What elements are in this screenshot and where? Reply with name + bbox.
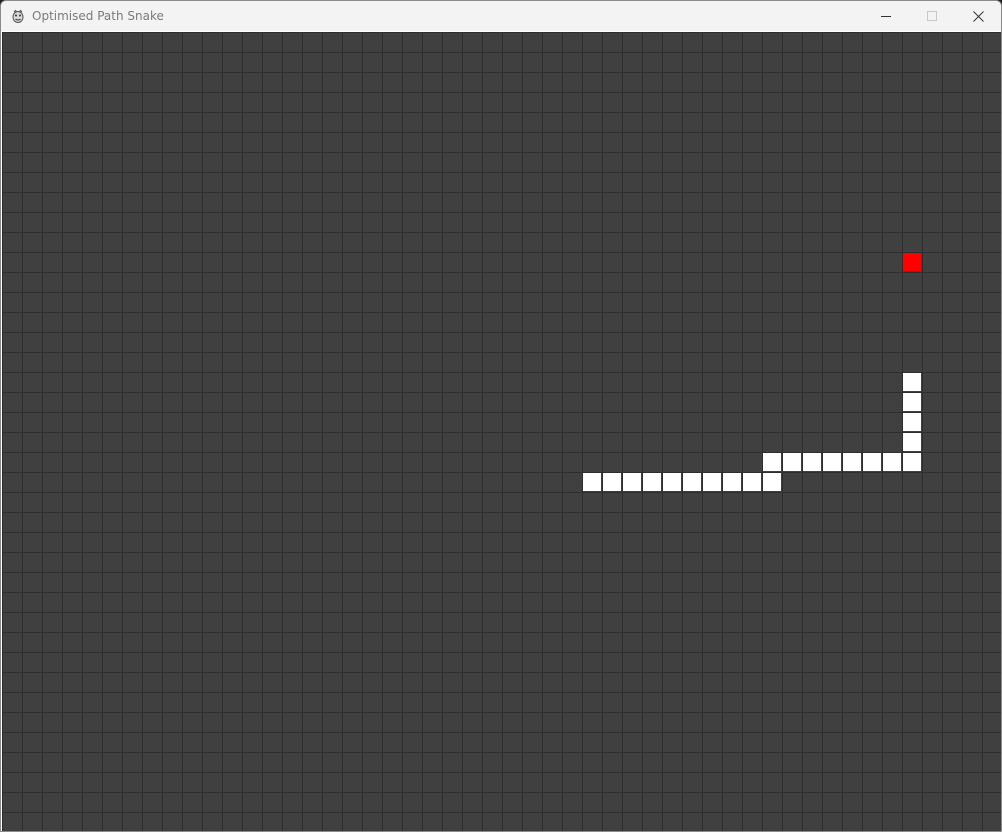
- food-item: [903, 253, 921, 271]
- window-title: Optimised Path Snake: [32, 9, 164, 23]
- snake-segment: [723, 473, 741, 491]
- snake-segment: [763, 473, 781, 491]
- snake-segment: [883, 453, 901, 471]
- snake-segment: [703, 473, 721, 491]
- minimize-button[interactable]: [863, 1, 909, 31]
- snake-segment: [903, 413, 921, 431]
- snake-segment: [623, 473, 641, 491]
- snake-segment: [763, 453, 781, 471]
- snake-segment: [903, 433, 921, 451]
- maximize-button[interactable]: [909, 1, 955, 31]
- window-controls: [863, 1, 1001, 31]
- game-board[interactable]: [2, 32, 1001, 831]
- snake-segment: [823, 453, 841, 471]
- snake-segment: [903, 453, 921, 471]
- snake-segment: [583, 473, 601, 491]
- snake-segment: [663, 473, 681, 491]
- pygame-snake-icon: [10, 8, 26, 24]
- close-button[interactable]: [955, 1, 1001, 31]
- snake-segment: [803, 453, 821, 471]
- snake-segment: [683, 473, 701, 491]
- snake-segment: [843, 453, 861, 471]
- snake-segment: [743, 473, 761, 491]
- minimize-icon: [881, 16, 891, 17]
- snake-segment: [643, 473, 661, 491]
- snake-segment: [603, 473, 621, 491]
- snake-segment: [783, 453, 801, 471]
- snake-segment: [863, 453, 881, 471]
- snake-segment: [903, 393, 921, 411]
- title-bar[interactable]: Optimised Path Snake: [1, 1, 1001, 31]
- snake-head: [903, 373, 921, 391]
- game-window: Optimised Path Snake: [0, 0, 1002, 832]
- close-icon: [972, 10, 984, 22]
- maximize-icon: [927, 11, 937, 21]
